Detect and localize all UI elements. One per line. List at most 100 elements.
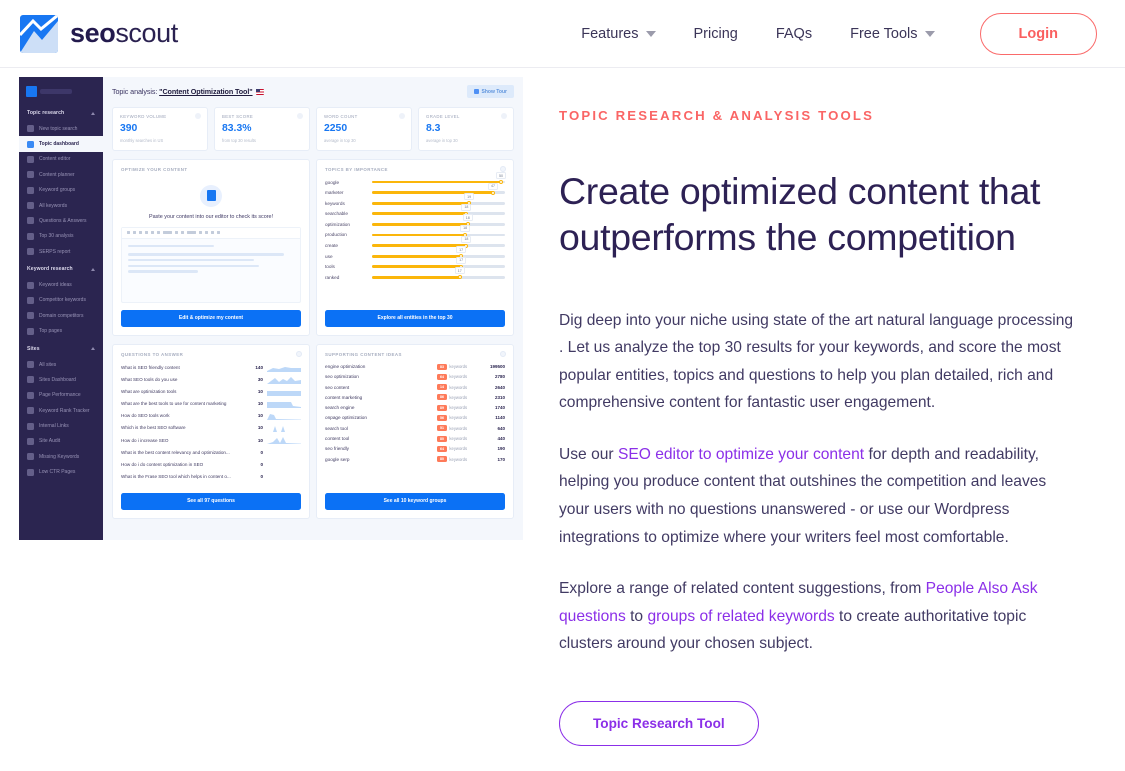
sparkline-chart: [267, 364, 301, 372]
app-logo-wordmark: [40, 88, 72, 94]
sidebar-section-header[interactable]: Sites: [19, 339, 103, 357]
topic-bar-row: marketer 47: [325, 182, 505, 196]
edit-optimize-button[interactable]: Edit & optimize my content: [121, 309, 301, 327]
sidebar-item-keyword-rank-tracker[interactable]: Keyword Rank Tracker: [19, 403, 103, 418]
nav-item-faqs[interactable]: FAQs: [757, 16, 831, 52]
question-row[interactable]: What is the best content relevancy and o…: [121, 448, 301, 456]
question-row[interactable]: How do i increase SEO 10: [121, 436, 301, 445]
bar-knob[interactable]: [491, 190, 496, 195]
info-icon[interactable]: [195, 113, 201, 119]
sidebar-item-top-30-analysis[interactable]: Top 30 analysis: [19, 229, 103, 244]
info-icon[interactable]: [296, 350, 302, 357]
see-all-questions-button[interactable]: See all 97 questions: [121, 492, 301, 510]
info-icon[interactable]: [500, 350, 506, 357]
nav-item-free-tools[interactable]: Free Tools: [831, 16, 953, 52]
seo-editor-link[interactable]: SEO editor to optimize your content: [618, 446, 864, 463]
show-tour-button[interactable]: Show Tour: [466, 85, 514, 98]
sidebar-item-label: All sites: [39, 361, 57, 368]
content-idea-row[interactable]: seo content 14 keywords 2640: [325, 384, 505, 391]
content-idea-row[interactable]: content marketing 86 keywords 2310: [325, 394, 505, 401]
topic-value: 18: [461, 203, 472, 211]
idea-keyword-label: keywords: [449, 394, 468, 400]
idea-volume: 640: [497, 425, 505, 431]
question-row[interactable]: Which is the best SEO software 10: [121, 424, 301, 432]
sidebar-item-questions-answers[interactable]: Questions & Answers: [19, 213, 103, 228]
brand-logo[interactable]: seoscout: [20, 14, 178, 53]
bar-fill: [372, 212, 467, 216]
pages-icon: [27, 327, 34, 335]
question-row[interactable]: What are the best tools to use for conte…: [121, 400, 301, 408]
nav-item-features[interactable]: Features: [562, 16, 674, 52]
sidebar-item-site-audit[interactable]: Site Audit: [19, 434, 103, 449]
idea-name: seo friendly: [325, 446, 349, 452]
topic-research-tool-button[interactable]: Topic Research Tool: [559, 701, 759, 747]
sidebar-section-header[interactable]: Keyword research: [19, 259, 103, 277]
explore-entities-button[interactable]: Explore all entities in the top 30: [325, 309, 505, 327]
sidebar-section-label: Keyword research: [27, 266, 73, 273]
sidebar-item-missing-keywords[interactable]: Missing Keywords: [19, 449, 103, 464]
question-row[interactable]: What is SEO friendly content 140: [121, 364, 301, 372]
hero-paragraph-1: Dig deep into your niche using state of …: [559, 311, 1074, 412]
stat-value: 2250: [324, 123, 348, 134]
editor-placeholder-lines: [122, 239, 300, 283]
nav-item-pricing[interactable]: Pricing: [675, 16, 757, 52]
stat-card-word-count: WORD COUNT 2250 average in top 30: [316, 107, 412, 151]
sidebar-item-top-pages[interactable]: Top pages: [19, 324, 103, 339]
question-row[interactable]: How do SEO tools work 10: [121, 412, 301, 420]
sidebar-item-page-performance[interactable]: Page Performance: [19, 388, 103, 403]
topic-value: 17: [456, 256, 467, 264]
bar-fill: [372, 254, 462, 258]
content-idea-row[interactable]: content tool 80 keywords 440: [325, 435, 505, 442]
question-row[interactable]: What SEO tools do you use 30: [121, 376, 301, 384]
bar-fill: [372, 244, 467, 247]
sidebar-item-new-topic-search[interactable]: New topic search: [19, 121, 103, 136]
top-navigation-bar: seoscout Features Pricing FAQs Free Tool…: [0, 0, 1125, 68]
content-idea-row[interactable]: google serp 80 keywords 170: [325, 456, 505, 463]
content-idea-row[interactable]: seo optimization 64 keywords 2780: [325, 373, 505, 380]
info-icon[interactable]: [501, 113, 507, 119]
topic-value: 18: [460, 224, 471, 232]
content-idea-row[interactable]: seo friendly 64 keywords 190: [325, 445, 505, 452]
sidebar-item-all-keywords[interactable]: All keywords: [19, 198, 103, 213]
chevron-down-icon: [645, 30, 656, 37]
info-icon[interactable]: [500, 165, 506, 172]
brand-wordmark: seoscout: [70, 20, 178, 47]
sidebar-item-competitor-keywords[interactable]: Competitor keywords: [19, 293, 103, 308]
app-main-area: Topic analysis: "Content Optimization To…: [103, 77, 523, 540]
sidebar-item-low-ctr-pages[interactable]: Low CTR Pages: [19, 465, 103, 480]
bar-knob[interactable]: [457, 275, 462, 280]
sidebar-item-domain-competitors[interactable]: Domain competitors: [19, 308, 103, 323]
topic-bar-row: keywords 19: [325, 193, 505, 207]
question-row[interactable]: What is the Frase SEO tool which helps i…: [121, 472, 301, 480]
content-idea-row[interactable]: onpage optimization 56 keywords 1140: [325, 414, 505, 421]
related-keywords-link[interactable]: groups of related keywords: [647, 608, 834, 625]
sidebar-item-label: Questions & Answers: [39, 217, 87, 224]
sidebar-item-keyword-ideas[interactable]: Keyword ideas: [19, 277, 103, 292]
sidebar-item-internal-links[interactable]: Internal Links: [19, 418, 103, 433]
sidebar-item-keyword-groups[interactable]: Keyword groups: [19, 183, 103, 198]
topics-by-importance-panel: TOPICS BY IMPORTANCE google 50 marketer 47 k…: [316, 158, 514, 336]
idea-keyword-badge: 14 keywords: [437, 384, 477, 391]
sidebar-section-header[interactable]: Topic research: [19, 103, 103, 121]
versus-icon: [27, 296, 34, 304]
content-idea-row[interactable]: engine optimization 83 keywords 199500: [325, 363, 505, 370]
see-all-keyword-groups-button[interactable]: See all 10 keyword groups: [325, 492, 505, 510]
sidebar-item-all-sites[interactable]: All sites: [19, 357, 103, 372]
sidebar-item-sites-dashboard[interactable]: Sites Dashboard: [19, 372, 103, 387]
info-icon[interactable]: [399, 113, 405, 119]
question-row[interactable]: What are optimization tools 10: [121, 388, 301, 396]
content-idea-row[interactable]: search tool 51 keywords 640: [325, 425, 505, 432]
content-idea-row[interactable]: search engine 89 keywords 1740: [325, 404, 505, 411]
question-row[interactable]: How do i do content optimization in SEO 0: [121, 460, 301, 468]
info-icon[interactable]: [297, 113, 303, 119]
sidebar-item-topic-dashboard[interactable]: Topic dashboard: [19, 136, 103, 152]
bar-fill: [372, 275, 460, 279]
editor-preview[interactable]: [121, 226, 301, 303]
sidebar-item-serps-report[interactable]: SERPS report: [19, 244, 103, 259]
bar-knob[interactable]: [499, 180, 503, 184]
sidebar-item-content-editor[interactable]: Content editor: [19, 152, 103, 167]
idea-keyword-count: 56: [437, 414, 447, 421]
login-button[interactable]: Login: [979, 12, 1097, 55]
sidebar-item-content-planner[interactable]: Content planner: [19, 167, 103, 182]
sidebar-item-label: New topic search: [39, 125, 78, 132]
